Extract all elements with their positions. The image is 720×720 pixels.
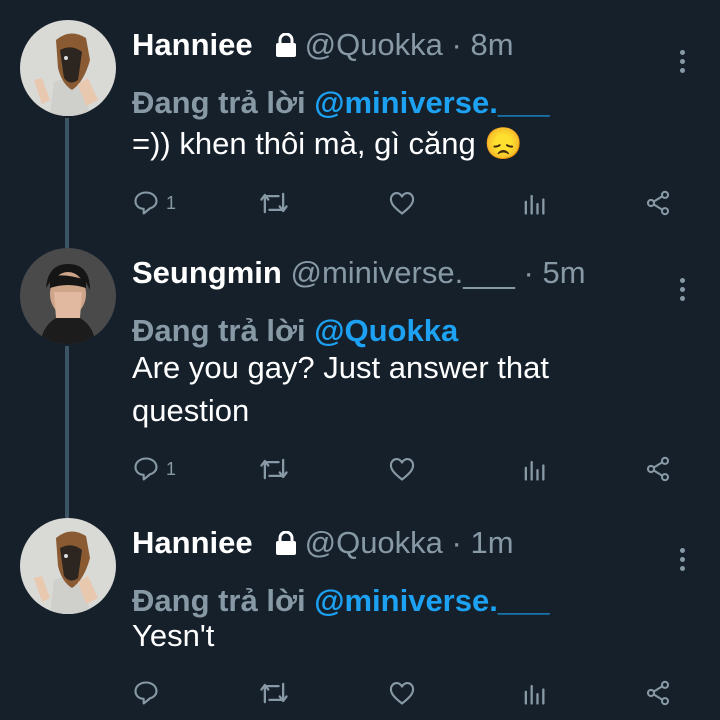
display-name[interactable]: Hanniee bbox=[132, 27, 253, 62]
reply-button[interactable]: 1 bbox=[132, 186, 176, 220]
separator: · bbox=[451, 525, 462, 560]
handle[interactable]: @Quokka bbox=[305, 525, 443, 560]
tweet-text: =)) khen thôi mà, gì căng 😞 bbox=[132, 126, 523, 161]
like-icon bbox=[389, 458, 415, 481]
timestamp[interactable]: 5m bbox=[543, 255, 586, 290]
mention-link[interactable]: @miniverse.___ bbox=[314, 85, 549, 120]
lock-icon bbox=[275, 33, 297, 57]
tweet-text: Are you gay? Just answer that question bbox=[132, 350, 550, 428]
analytics-icon bbox=[524, 684, 545, 705]
more-icon[interactable] bbox=[680, 278, 686, 305]
timestamp[interactable]: 1m bbox=[471, 525, 514, 560]
tweet-header: Seungmin @miniverse.___ · 5m bbox=[132, 254, 720, 292]
avatar[interactable] bbox=[20, 518, 116, 614]
like-button[interactable] bbox=[388, 452, 416, 486]
analytics-icon bbox=[524, 460, 545, 481]
retweet-button[interactable] bbox=[258, 676, 290, 710]
share-icon bbox=[646, 190, 670, 216]
handle[interactable]: @miniverse.___ bbox=[290, 255, 514, 290]
separator: · bbox=[451, 27, 462, 62]
more-icon[interactable] bbox=[680, 548, 686, 575]
tweet-text: Yesn't bbox=[132, 618, 215, 653]
reply-prefix: Đang trả lời bbox=[132, 85, 306, 120]
separator: · bbox=[523, 255, 534, 290]
tweet-header: Hanniee @Quokka · 1m bbox=[132, 524, 720, 562]
share-icon bbox=[646, 456, 670, 482]
more-icon[interactable] bbox=[680, 50, 686, 77]
display-name[interactable]: Hanniee bbox=[132, 525, 253, 560]
reply-prefix: Đang trả lời bbox=[132, 313, 306, 348]
reply-icon bbox=[134, 681, 158, 705]
reply-icon bbox=[134, 191, 158, 215]
tweet[interactable]: Seungmin @miniverse.___ · 5m Đang trả lờ… bbox=[0, 248, 720, 518]
handle[interactable]: @Quokka bbox=[305, 27, 443, 62]
lock-icon bbox=[275, 531, 297, 555]
analytics-button[interactable] bbox=[520, 676, 548, 710]
mention-link[interactable]: @Quokka bbox=[314, 313, 458, 348]
like-icon bbox=[389, 192, 415, 215]
share-button[interactable] bbox=[644, 676, 672, 710]
reply-button[interactable] bbox=[132, 676, 166, 710]
analytics-button[interactable] bbox=[520, 186, 548, 220]
reply-prefix: Đang trả lời bbox=[132, 583, 306, 618]
retweet-icon bbox=[260, 458, 288, 480]
avatar[interactable] bbox=[20, 20, 116, 116]
retweet-button[interactable] bbox=[258, 452, 290, 486]
reply-count: 1 bbox=[166, 458, 177, 479]
tweet[interactable]: Hanniee @Quokka · 8m Đang trả lời @minive… bbox=[0, 20, 720, 245]
reply-count: 1 bbox=[166, 192, 177, 213]
mention-link[interactable]: @miniverse.___ bbox=[314, 583, 549, 618]
share-icon bbox=[646, 680, 670, 706]
display-name[interactable]: Seungmin bbox=[132, 255, 282, 290]
action-bar: 1 bbox=[132, 186, 720, 220]
replying-to: Đang trả lời @Quokka bbox=[132, 312, 720, 350]
analytics-button[interactable] bbox=[520, 452, 548, 486]
share-button[interactable] bbox=[644, 452, 672, 486]
retweet-icon bbox=[260, 682, 288, 704]
avatar[interactable] bbox=[20, 248, 116, 344]
timestamp[interactable]: 8m bbox=[471, 27, 514, 62]
like-icon bbox=[389, 682, 415, 705]
retweet-button[interactable] bbox=[258, 186, 290, 220]
person-avatar-image bbox=[20, 248, 116, 344]
horse-mask-avatar-image bbox=[20, 518, 116, 614]
like-button[interactable] bbox=[388, 186, 416, 220]
tweet[interactable]: Hanniee @Quokka · 1m Đang trả lời @minive… bbox=[0, 518, 720, 720]
tweet-header: Hanniee @Quokka · 8m bbox=[132, 26, 720, 64]
replying-to: Đang trả lời @miniverse.___ bbox=[132, 84, 720, 122]
reply-icon bbox=[134, 457, 158, 481]
reply-button[interactable]: 1 bbox=[132, 452, 176, 486]
horse-mask-avatar-image bbox=[20, 20, 116, 116]
share-button[interactable] bbox=[644, 186, 672, 220]
action-bar: 1 bbox=[132, 452, 720, 486]
like-button[interactable] bbox=[388, 676, 416, 710]
retweet-icon bbox=[260, 192, 288, 214]
analytics-icon bbox=[524, 194, 545, 215]
action-bar bbox=[132, 676, 720, 710]
